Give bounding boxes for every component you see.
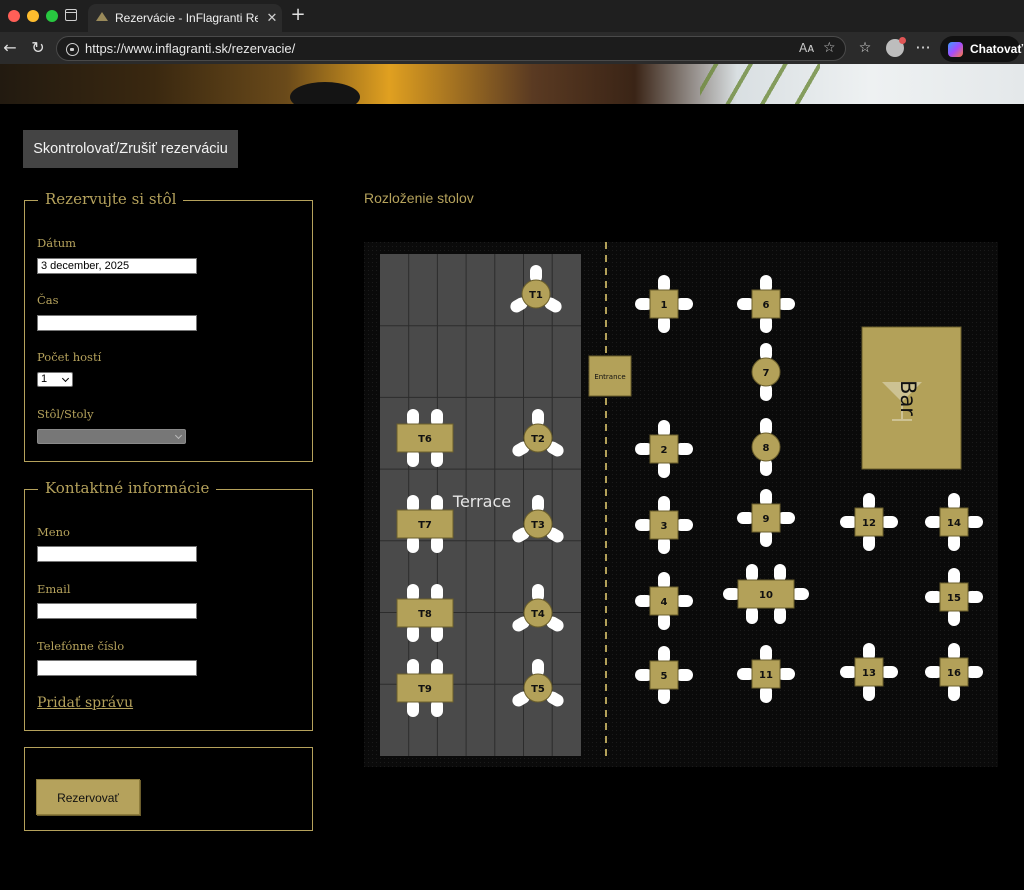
hero-image bbox=[0, 64, 1024, 104]
phone-input[interactable] bbox=[37, 660, 197, 676]
chair bbox=[746, 606, 758, 624]
table-label: 8 bbox=[763, 443, 770, 454]
table-select[interactable] bbox=[37, 429, 186, 444]
table-label: 12 bbox=[862, 518, 876, 529]
table-label: T7 bbox=[418, 520, 432, 531]
guests-select[interactable]: 1 bbox=[37, 372, 73, 387]
address-bar[interactable]: https://www.inflagranti.sk/rezervacie/ A… bbox=[56, 36, 846, 61]
chair bbox=[746, 564, 758, 582]
table-label: 5 bbox=[661, 671, 668, 682]
tab-list-icon[interactable] bbox=[65, 9, 77, 21]
chair bbox=[774, 606, 786, 624]
table-label: 11 bbox=[759, 670, 773, 681]
phone-label: Telefónne číslo bbox=[37, 639, 125, 653]
minimize-window-button[interactable] bbox=[27, 10, 39, 22]
contact-info-section: Kontaktné informácie Meno Email Telefónn… bbox=[24, 479, 313, 731]
table-label: 3 bbox=[661, 521, 668, 532]
table-label: T3 bbox=[531, 520, 545, 531]
table-label: T9 bbox=[418, 684, 432, 695]
close-window-button[interactable] bbox=[8, 10, 20, 22]
more-menu-icon[interactable]: ··· bbox=[913, 38, 933, 58]
table-label: T2 bbox=[531, 434, 545, 445]
reserve-section-legend: Rezervujte si stôl bbox=[38, 190, 184, 208]
time-label: Čas bbox=[37, 293, 59, 307]
check-cancel-reservation-button[interactable]: Skontrolovať/Zrušiť rezerváciu bbox=[23, 130, 238, 168]
name-label: Meno bbox=[37, 525, 70, 539]
new-tab-icon[interactable]: + bbox=[289, 4, 307, 26]
favorite-star-icon[interactable]: ☆ bbox=[823, 37, 836, 60]
profile-avatar[interactable] bbox=[886, 37, 906, 57]
reserve-table-section: Rezervujte si stôl Dátum 3 december, 202… bbox=[24, 190, 313, 462]
read-aloud-icon[interactable]: Aᴀ bbox=[799, 37, 814, 60]
table-label: 7 bbox=[763, 368, 770, 379]
table-label: 4 bbox=[661, 597, 668, 608]
email-label: Email bbox=[37, 582, 71, 596]
table-label: 14 bbox=[947, 518, 961, 529]
copilot-chat-button[interactable]: Chatovať bbox=[940, 36, 1024, 62]
hero-garnish bbox=[700, 64, 820, 104]
table-label: T6 bbox=[418, 434, 432, 445]
tab-close-icon[interactable]: ✕ bbox=[264, 4, 280, 32]
url: https://www.inflagranti.sk/rezervacie/ bbox=[85, 41, 296, 56]
back-arrow-icon[interactable]: ← bbox=[0, 38, 20, 58]
table-label: 16 bbox=[947, 668, 961, 679]
chair bbox=[774, 564, 786, 582]
favorites-icon[interactable]: ☆ bbox=[855, 38, 875, 58]
name-input[interactable] bbox=[37, 546, 197, 562]
entrance-label: Entrance bbox=[594, 373, 625, 381]
reserve-button[interactable]: Rezervovať bbox=[36, 779, 140, 815]
submit-section: Rezervovať bbox=[24, 747, 313, 831]
email-input[interactable] bbox=[37, 603, 197, 619]
table-label: 15 bbox=[947, 593, 961, 604]
table-label: Stôl/Stoly bbox=[37, 407, 94, 421]
date-label: Dátum bbox=[37, 236, 77, 250]
table-label: 13 bbox=[862, 668, 876, 679]
date-input[interactable]: 3 december, 2025 bbox=[37, 258, 197, 274]
tab-title: Rezervácie - InFlagranti Restau bbox=[115, 11, 258, 25]
bar-label: Bar bbox=[896, 380, 920, 416]
table-label: 9 bbox=[763, 514, 770, 525]
layout-title: Rozloženie stolov bbox=[364, 190, 474, 206]
tab-bar: Rezervácie - InFlagranti Restau ✕ + bbox=[0, 0, 1024, 32]
copilot-icon bbox=[948, 42, 963, 57]
copilot-label: Chatovať bbox=[970, 42, 1024, 56]
guests-label: Počet hostí bbox=[37, 350, 102, 364]
site-favicon-icon bbox=[96, 12, 108, 21]
table-label: 10 bbox=[759, 590, 773, 601]
url-text: https://www.inflagranti.sk/rezervacie/ bbox=[85, 37, 295, 60]
floor-plan: Terrace Entrance Bar T1 T2 T3 T4 T5 T6 T7 T8 T9 1… bbox=[364, 242, 998, 767]
hero-decor bbox=[290, 82, 360, 104]
table-label: T8 bbox=[418, 609, 432, 620]
guests-select-value: 1 bbox=[41, 373, 48, 385]
table-label: 1 bbox=[661, 300, 668, 311]
table-label: T5 bbox=[531, 684, 545, 695]
table-label: T1 bbox=[529, 290, 543, 301]
time-input[interactable] bbox=[37, 315, 197, 331]
reservation-page: Skontrolovať/Zrušiť rezerváciu Rezervujt… bbox=[0, 104, 1024, 890]
add-message-link[interactable]: Pridať správu bbox=[37, 695, 133, 711]
reload-icon[interactable]: ↻ bbox=[28, 38, 48, 58]
table-label: 2 bbox=[661, 445, 668, 456]
maximize-window-button[interactable] bbox=[46, 10, 58, 22]
browser-chrome: Rezervácie - InFlagranti Restau ✕ + ← ↻ … bbox=[0, 0, 1024, 64]
tab-active[interactable]: Rezervácie - InFlagranti Restau ✕ bbox=[88, 4, 282, 32]
table-label: T4 bbox=[531, 609, 545, 620]
contact-section-legend: Kontaktné informácie bbox=[38, 479, 217, 497]
site-info-icon[interactable] bbox=[66, 43, 79, 56]
terrace-label: Terrace bbox=[452, 492, 511, 511]
table-label: 6 bbox=[763, 300, 770, 311]
